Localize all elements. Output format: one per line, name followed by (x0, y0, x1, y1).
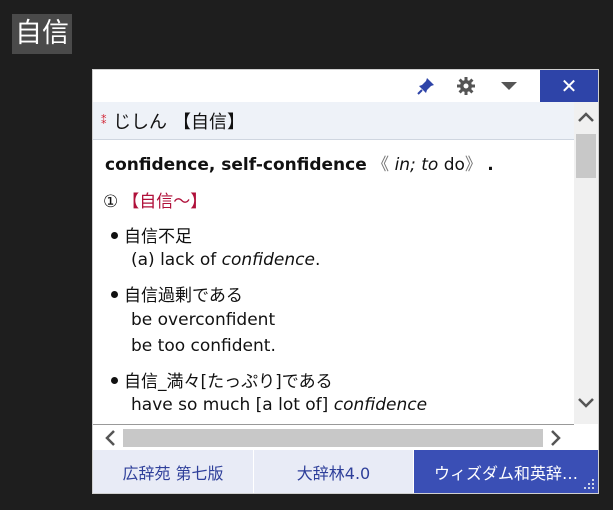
example-en: be overconfident (131, 310, 276, 330)
example-en: be too confident. (131, 336, 276, 356)
bullet-icon (111, 290, 118, 298)
scroll-right-arrow-icon[interactable] (547, 429, 565, 447)
vertical-scroll-thumb[interactable] (576, 134, 596, 178)
scroll-left-arrow-icon[interactable] (101, 429, 119, 447)
entry-headword: 【自信】 (173, 111, 245, 133)
translation-text: confidence, self-confidence (105, 155, 367, 175)
entry-header: ⁑ じしん 【自信】 (93, 102, 574, 140)
example-jp: 自信不足 (111, 222, 192, 247)
example-jp: 自信過剰である (111, 281, 243, 306)
vertical-scrollbar[interactable] (574, 102, 598, 424)
popup-toolbar: ✕ (93, 70, 598, 102)
tab-daijirin[interactable]: 大辞林4.0 (254, 450, 414, 493)
dropdown-icon (501, 82, 517, 90)
resize-grip-icon[interactable] (584, 479, 594, 489)
pin-button[interactable] (409, 70, 443, 102)
gear-icon (457, 77, 475, 95)
menu-dropdown-button[interactable] (491, 70, 527, 102)
dictionary-tabs: 広辞苑 第七版 大辞林4.0 ウィズダム和英辞… (93, 450, 598, 493)
sense-number: ① (103, 192, 119, 212)
sense-label: ① 【自信～】 (103, 192, 208, 212)
horizontal-scroll-thumb[interactable] (123, 429, 543, 447)
selected-text: 自信 (12, 14, 72, 54)
translation-line: confidence, self-confidence 《 in; to do》… (105, 155, 494, 175)
pin-icon (417, 78, 434, 95)
asterisk-mark: ⁑ (101, 113, 107, 127)
bullet-icon (111, 231, 118, 239)
entry-content: confidence, self-confidence 《 in; to do》… (93, 140, 574, 424)
settings-button[interactable] (449, 70, 483, 102)
entry-reading: じしん (113, 111, 167, 133)
example-en: (a) lack of confidence. (131, 250, 321, 270)
example-en: have so much [a lot of] confidence (131, 395, 428, 415)
close-button[interactable]: ✕ (540, 70, 598, 102)
tab-wisdom[interactable]: ウィズダム和英辞… (414, 450, 598, 493)
example-jp: 自信_満々[たっぷり]である (111, 367, 333, 392)
close-icon: ✕ (560, 74, 578, 98)
bullet-icon (111, 376, 118, 384)
scroll-up-arrow-icon[interactable] (576, 108, 596, 126)
scroll-down-arrow-icon[interactable] (576, 394, 596, 412)
dictionary-popup: ✕ ⁑ じしん 【自信】 confidence, self-confidence… (92, 69, 599, 494)
tab-koujien[interactable]: 広辞苑 第七版 (93, 450, 254, 493)
horizontal-scrollbar[interactable] (93, 424, 574, 450)
